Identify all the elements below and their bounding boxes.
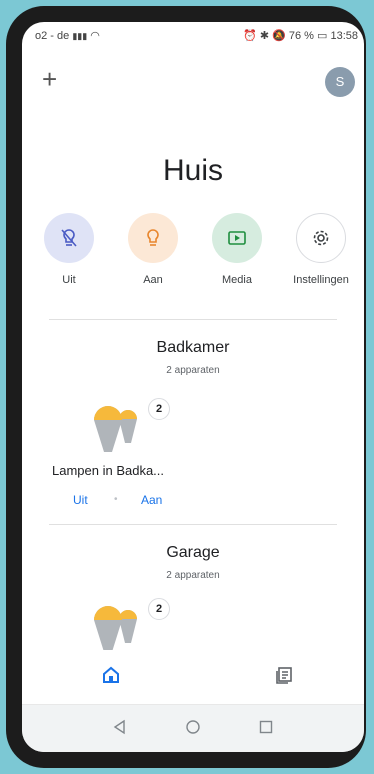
- action-instellingen[interactable]: Instellingen: [281, 213, 361, 286]
- room-title[interactable]: Badkamer: [22, 339, 364, 357]
- room-device-count: 2 apparaten: [166, 570, 220, 581]
- device-count-badge: 2: [148, 398, 170, 420]
- bluetooth-icon: ✱: [259, 30, 270, 42]
- room-device-count: 2 apparaten: [166, 365, 220, 376]
- device-name[interactable]: Lampen in Badka...: [52, 463, 164, 478]
- divider: [49, 319, 337, 320]
- divider: [49, 524, 337, 525]
- device-count-badge: 2: [148, 598, 170, 620]
- on-button[interactable]: Aan: [141, 493, 162, 507]
- room-title[interactable]: Garage: [22, 544, 364, 562]
- separator-dot: •: [114, 494, 118, 505]
- alarm-icon: ⏰: [243, 30, 257, 42]
- carrier-label: o2 - de: [35, 30, 70, 42]
- recents-icon[interactable]: [258, 719, 274, 740]
- system-navigation: [22, 704, 364, 752]
- action-uit[interactable]: Uit: [29, 213, 109, 286]
- status-bar: o2 - de ▮▮▮ ◠ ⏰ ✱ 🔕 76 % ▭ 13:58: [22, 22, 364, 48]
- wifi-icon: ◠: [90, 30, 100, 42]
- page-title: Huis: [162, 154, 223, 187]
- clock: 13:58: [330, 30, 358, 42]
- device-card-lamps[interactable]: 2: [84, 396, 184, 466]
- battery-percent: 76 %: [288, 30, 314, 42]
- battery-icon: ▭: [317, 30, 328, 42]
- phone-frame: o2 - de ▮▮▮ ◠ ⏰ ✱ 🔕 76 % ▭ 13:58 + S Hui…: [6, 6, 366, 768]
- action-label: Instellingen: [293, 274, 349, 286]
- signal-icon: ▮▮▮: [72, 31, 88, 41]
- bulb-off-icon: [44, 213, 94, 263]
- add-button[interactable]: +: [42, 66, 57, 92]
- action-label: Aan: [143, 274, 163, 286]
- action-label: Media: [222, 274, 252, 286]
- action-label: Uit: [62, 274, 76, 286]
- feed-icon[interactable]: [275, 666, 293, 689]
- back-icon[interactable]: [112, 719, 128, 740]
- media-icon: [212, 213, 262, 263]
- home-icon[interactable]: [102, 666, 120, 689]
- off-button[interactable]: Uit: [73, 493, 88, 507]
- bulb-on-icon: [128, 213, 178, 263]
- avatar[interactable]: S: [325, 67, 355, 97]
- action-aan[interactable]: Aan: [113, 213, 193, 286]
- mute-icon: 🔕: [272, 30, 286, 42]
- gear-icon: [296, 213, 346, 263]
- action-media[interactable]: Media: [197, 213, 277, 286]
- bottom-navigation: [22, 650, 364, 702]
- screen: o2 - de ▮▮▮ ◠ ⏰ ✱ 🔕 76 % ▭ 13:58 + S Hui…: [22, 22, 364, 752]
- home-circle-icon[interactable]: [185, 719, 201, 740]
